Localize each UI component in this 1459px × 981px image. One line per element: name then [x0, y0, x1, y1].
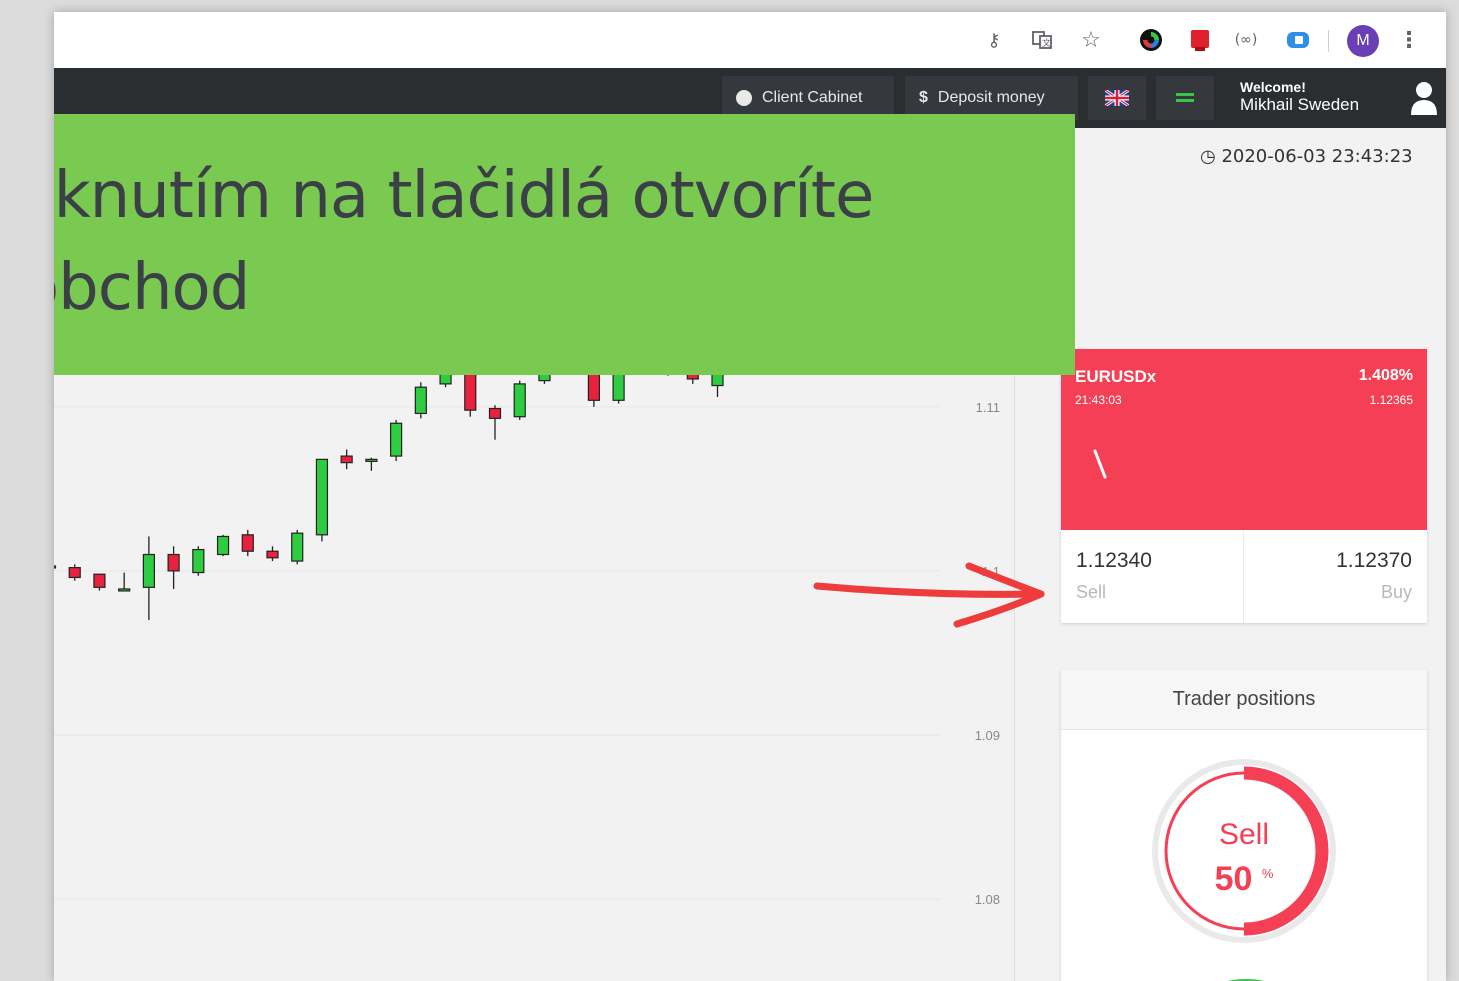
- gauge-sell-label: Sell: [1218, 818, 1270, 851]
- candle-body: [488, 407, 502, 419]
- flag-uk-icon: [1105, 90, 1129, 106]
- candle-body: [340, 455, 353, 464]
- candle-body: [365, 458, 378, 462]
- language-button[interactable]: [1088, 76, 1146, 120]
- toolbar-separator: [1328, 30, 1329, 52]
- server-time: ◷ 2020-06-03 23:43:23: [1200, 146, 1413, 167]
- candle-body: [266, 550, 279, 559]
- candle-body: [241, 534, 254, 552]
- candle-body: [54, 565, 57, 569]
- extension-colorwheel-icon[interactable]: [1137, 26, 1165, 54]
- trader-positions-title: Trader positions: [1061, 670, 1427, 730]
- extension-red-icon[interactable]: [1186, 26, 1214, 54]
- welcome-label: Welcome!: [1240, 79, 1306, 95]
- candle-body: [167, 553, 180, 572]
- clock-icon: ◷: [1200, 146, 1216, 167]
- instrument-change: 1.408%: [1358, 367, 1413, 384]
- app-window: ⚷ 文 ☆ (∞) M ⋮ Client Cabinet $ Deposit m…: [54, 12, 1446, 981]
- extension-link-icon[interactable]: (∞): [1232, 26, 1260, 54]
- key-icon[interactable]: ⚷: [980, 26, 1008, 54]
- server-time-value: 2020-06-03 23:43:23: [1221, 146, 1413, 167]
- client-cabinet-label: Client Cabinet: [762, 89, 863, 106]
- trade-menu-button[interactable]: [1156, 76, 1214, 120]
- candle-body: [513, 383, 526, 418]
- quote-row: 1.12340 Sell 1.12370 Buy: [1061, 530, 1427, 623]
- sell-button[interactable]: 1.12340 Sell: [1061, 530, 1244, 623]
- gauge-percent-sign: %: [1261, 866, 1274, 881]
- svg-text:文: 文: [1042, 37, 1051, 49]
- star-icon[interactable]: ☆: [1077, 26, 1105, 54]
- menu-dots-icon[interactable]: ⋮: [1398, 26, 1420, 54]
- candle-body: [93, 573, 106, 588]
- user-name: Mikhail Sweden: [1240, 95, 1360, 114]
- buy-price: 1.12370: [1336, 549, 1412, 572]
- instruction-banner-text: liknutím na tlačidlá otvoríte obchod: [54, 159, 874, 325]
- candle-body: [315, 458, 329, 536]
- buy-button[interactable]: 1.12370 Buy: [1244, 530, 1426, 623]
- deposit-money-label: Deposit money: [937, 89, 1045, 106]
- y-tick-label: 1.09: [975, 728, 1000, 743]
- user-profile-icon[interactable]: [1409, 80, 1439, 116]
- instrument-name: EURUSDx: [1075, 367, 1157, 386]
- candle-body: [216, 535, 230, 556]
- extension-blue-icon[interactable]: [1284, 26, 1312, 54]
- sell-label: Sell: [1076, 582, 1107, 602]
- candle-body: [390, 422, 403, 457]
- sell-price: 1.12340: [1076, 549, 1152, 572]
- candle-body: [142, 553, 155, 588]
- lines-icon: [1176, 93, 1194, 102]
- candle-body: [68, 567, 81, 579]
- instrument-card: EURUSDx 21:43:03 1.408% 1.12365 1.12340 …: [1061, 349, 1427, 623]
- instruction-banner: liknutím na tlačidlá otvoríte obchod: [54, 114, 1075, 375]
- y-tick-label: 1.08: [975, 892, 1000, 907]
- buy-label: Buy: [1380, 582, 1412, 602]
- translate-icon[interactable]: 文: [1028, 26, 1056, 54]
- instrument-price: 1.12365: [1369, 393, 1413, 407]
- candle-body: [192, 548, 205, 574]
- annotation-arrow: [813, 562, 1045, 628]
- sparkline-icon: [1093, 449, 1107, 479]
- trader-positions-card: Trader positions Sell 50 %: [1061, 670, 1427, 981]
- browser-toolbar: ⚷ 文 ☆ (∞) M ⋮: [54, 12, 1446, 69]
- instrument-time: 21:43:03: [1075, 393, 1122, 407]
- gauge-sell-value: 50 %: [1061, 860, 1427, 899]
- user-circle-icon: [736, 90, 752, 106]
- y-tick-label: 1.11: [976, 400, 1000, 415]
- instrument-header[interactable]: EURUSDx 21:43:03 1.408% 1.12365: [1061, 349, 1427, 530]
- candle-body: [291, 532, 304, 562]
- candle-body: [118, 588, 131, 592]
- gauge-sell-percent: 50: [1214, 860, 1253, 898]
- dollar-icon: $: [919, 89, 928, 106]
- welcome-block: Welcome! Mikhail Sweden: [1240, 78, 1359, 114]
- candle-body: [414, 386, 427, 415]
- profile-avatar[interactable]: M: [1347, 25, 1379, 57]
